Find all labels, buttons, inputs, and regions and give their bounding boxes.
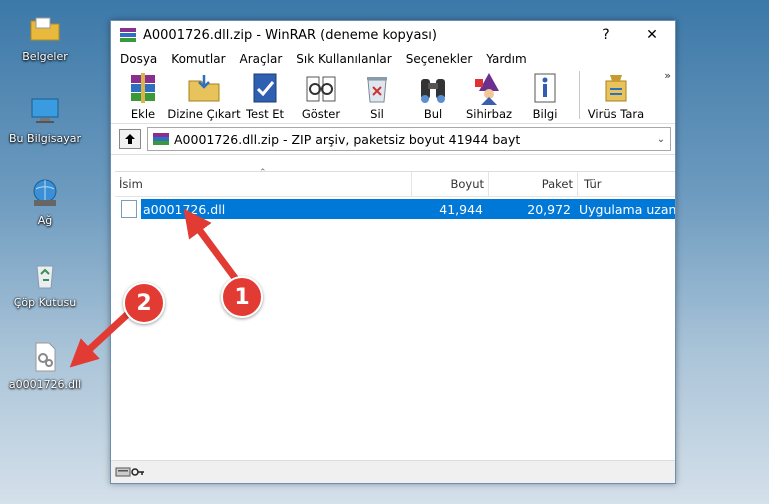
annotation-badge-2: 2 xyxy=(123,282,165,324)
arrow-1 xyxy=(183,208,241,285)
annotation-arrows xyxy=(69,208,241,368)
arrow-2 xyxy=(69,309,133,368)
annotation-badge-1: 1 xyxy=(221,276,263,318)
